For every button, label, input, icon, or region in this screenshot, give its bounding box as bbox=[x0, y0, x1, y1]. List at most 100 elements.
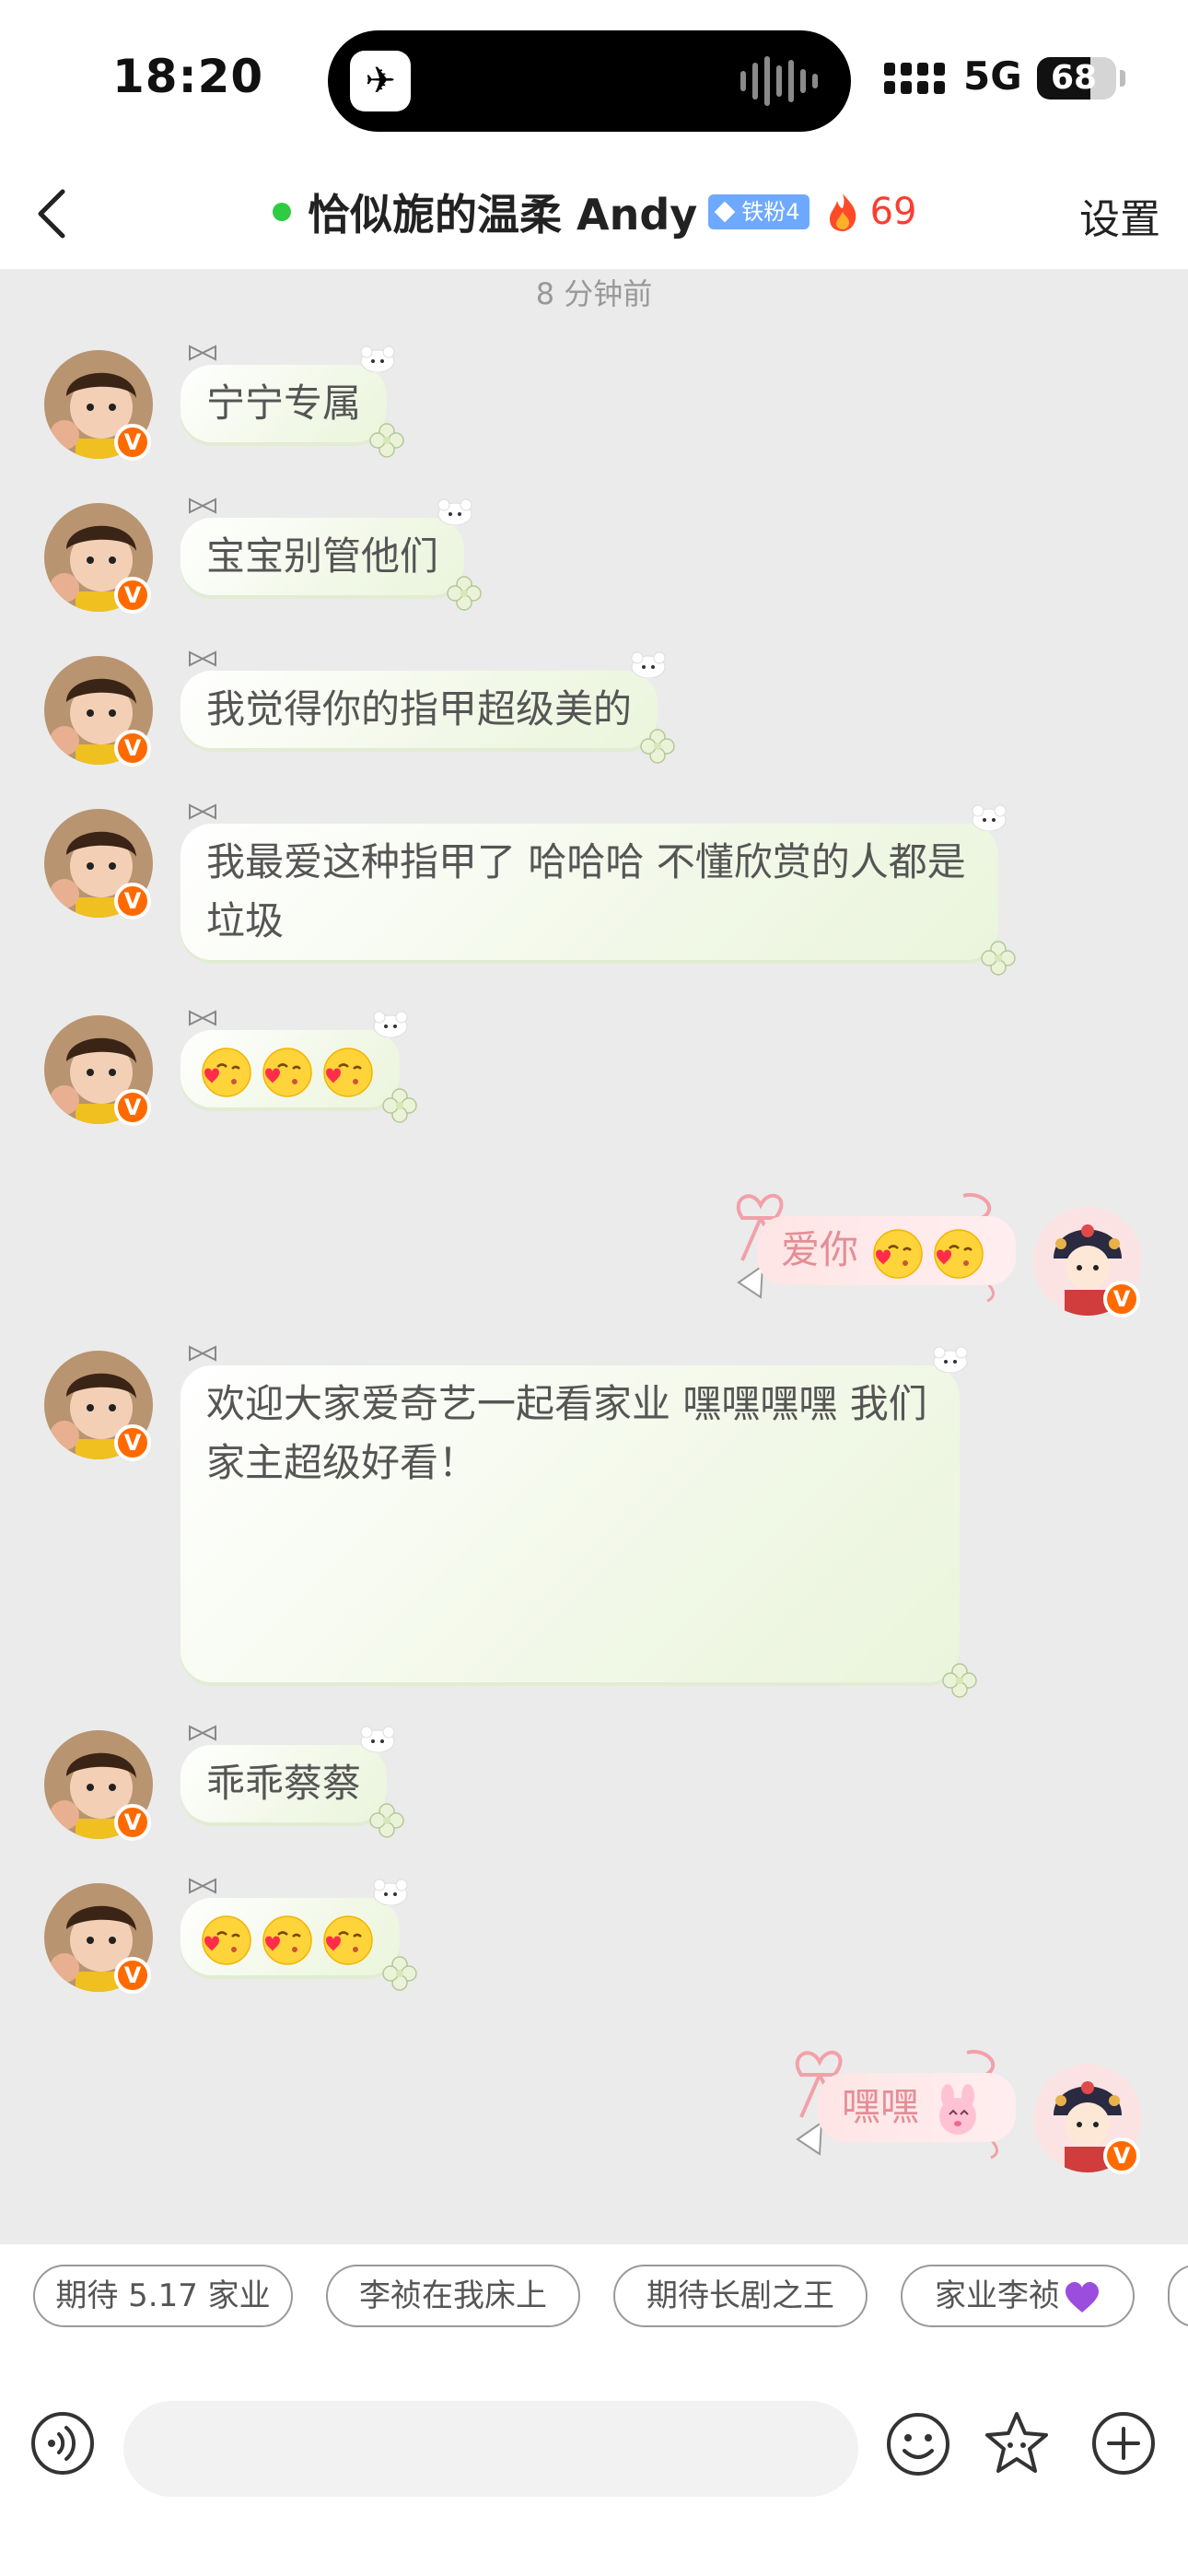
app-icon: ✈ bbox=[350, 51, 411, 111]
verified-badge: V bbox=[114, 1804, 151, 1841]
message-bubble[interactable]: 宝宝别管他们 bbox=[181, 498, 482, 611]
quick-reply-chip-overflow[interactable] bbox=[1168, 2265, 1188, 2327]
quick-reply-chip[interactable]: 李祯在我床上 bbox=[326, 2265, 580, 2327]
kiss-heart-emoji-icon bbox=[202, 1047, 251, 1097]
message-text: 宁宁专属 bbox=[206, 381, 362, 426]
message-bubble[interactable] bbox=[181, 1878, 417, 1991]
bear-decoration-icon bbox=[437, 498, 472, 525]
back-button[interactable] bbox=[20, 177, 94, 251]
star-sticker-icon bbox=[985, 2412, 1048, 2473]
message-text: 宝宝别管他们 bbox=[206, 533, 439, 579]
more-button[interactable] bbox=[1090, 2410, 1157, 2476]
kiss-heart-emoji-icon bbox=[873, 1228, 924, 1279]
verified-badge: V bbox=[1103, 2137, 1140, 2174]
bow-decoration-icon bbox=[189, 1878, 216, 1894]
message-bubble[interactable]: 我最爱这种指甲了 哈哈哈 不懂欣赏的人都是垃圾 bbox=[181, 803, 1016, 976]
battery-nub bbox=[1120, 70, 1125, 87]
sticker-button[interactable] bbox=[982, 2408, 1052, 2478]
message-bubble[interactable]: 我觉得你的指甲超级美的 bbox=[181, 650, 675, 764]
streak-count: 69 bbox=[869, 191, 917, 233]
fire-icon bbox=[829, 193, 856, 231]
bear-decoration-icon bbox=[373, 1011, 408, 1037]
quick-reply-chip[interactable]: 期待长剧之王 bbox=[613, 2265, 868, 2327]
kiss-heart-emoji-icon bbox=[262, 1047, 312, 1097]
bear-decoration-icon bbox=[972, 804, 1007, 831]
battery-icon: 68 bbox=[1037, 57, 1116, 100]
message-outgoing: 爱你 V bbox=[0, 1181, 1188, 1319]
verified-badge: V bbox=[114, 1957, 151, 1994]
message-bubble[interactable] bbox=[181, 1010, 417, 1123]
emoji-button[interactable] bbox=[884, 2410, 952, 2478]
plus-icon bbox=[1092, 2412, 1155, 2475]
quick-reply-chip[interactable]: 期待 5.17 家业 bbox=[33, 2265, 293, 2327]
kiss-heart-emoji-icon bbox=[202, 1914, 251, 1965]
kiss-heart-emoji-icon bbox=[262, 1914, 312, 1965]
message-text: 我觉得你的指甲超级美的 bbox=[206, 686, 633, 732]
message-bubble[interactable]: 欢迎大家爱奇艺一起看家业 嘿嘿嘿嘿 我们家主超级好看！ bbox=[181, 1345, 977, 1698]
flower-decoration-icon bbox=[382, 1088, 417, 1123]
pink-bunny-emoji-icon bbox=[939, 2083, 977, 2135]
bear-decoration-icon bbox=[933, 1346, 968, 1373]
message-text: 嘿嘿 bbox=[842, 2084, 920, 2129]
bow-decoration-icon bbox=[189, 1345, 216, 1362]
status-bar: 18:20 ✈ 5G 68 bbox=[0, 0, 1188, 157]
cellular-signal-icon bbox=[884, 63, 945, 94]
voice-button[interactable] bbox=[29, 2410, 96, 2476]
bear-decoration-icon bbox=[360, 1726, 395, 1752]
message-incoming: V 宁宁专属 bbox=[0, 345, 1188, 470]
quick-reply-bar[interactable]: 期待 5.17 家业 李祯在我床上 期待长剧之王 家业李祯 bbox=[0, 2244, 1188, 2355]
input-bar bbox=[0, 2355, 1188, 2576]
fan-level-badge[interactable]: 铁粉4 bbox=[708, 194, 809, 229]
status-time: 18:20 bbox=[112, 50, 264, 103]
verified-badge: V bbox=[114, 424, 151, 461]
message-bubble[interactable]: 爱你 bbox=[757, 1216, 1017, 1285]
message-bubble[interactable]: 嘿嘿 bbox=[818, 2073, 1017, 2142]
quick-reply-chip[interactable]: 家业李祯 bbox=[901, 2265, 1135, 2327]
message-incoming: V bbox=[0, 1010, 1188, 1135]
flower-decoration-icon bbox=[640, 729, 675, 764]
message-bubble[interactable]: 宁宁专属 bbox=[181, 345, 404, 458]
message-text: 爱你 bbox=[781, 1227, 859, 1272]
bear-decoration-icon bbox=[360, 345, 395, 372]
bear-decoration-icon bbox=[631, 651, 666, 678]
fan-badge-label: 铁粉4 bbox=[741, 199, 800, 225]
flower-decoration-icon bbox=[447, 576, 482, 611]
chat-header: 恰似旎的温柔 Andy 铁粉4 69 设置 bbox=[0, 157, 1188, 269]
message-incoming: V 乖乖蔡蔡 bbox=[0, 1725, 1188, 1850]
message-text: 欢迎大家爱奇艺一起看家业 嘿嘿嘿嘿 我们家主超级好看！ bbox=[206, 1381, 927, 1485]
flower-decoration-icon bbox=[981, 941, 1016, 976]
purple-heart-icon bbox=[1066, 2281, 1099, 2313]
bear-decoration-icon bbox=[373, 1879, 408, 1905]
message-bubble[interactable]: 乖乖蔡蔡 bbox=[181, 1725, 404, 1838]
verified-badge: V bbox=[114, 1424, 151, 1461]
verified-badge: V bbox=[1103, 1281, 1140, 1317]
time-divider: 8 分钟前 bbox=[535, 276, 653, 311]
bow-decoration-icon bbox=[189, 1010, 216, 1026]
smiley-icon bbox=[887, 2413, 949, 2476]
bow-decoration-icon bbox=[189, 650, 216, 667]
audio-wave-icon bbox=[740, 56, 818, 106]
message-incoming: V bbox=[0, 1878, 1188, 2003]
chip-label: 家业李祯 bbox=[935, 2277, 1060, 2314]
flower-decoration-icon bbox=[382, 1956, 417, 1991]
chat-title[interactable]: 恰似旎的温柔 Andy 铁粉4 69 bbox=[273, 177, 916, 247]
bow-decoration-icon bbox=[189, 498, 216, 514]
kiss-heart-emoji-icon bbox=[323, 1047, 373, 1097]
message-text: 我最爱这种指甲了 哈哈哈 不懂欣赏的人都是垃圾 bbox=[206, 839, 966, 943]
bow-decoration-icon bbox=[189, 803, 216, 820]
voice-icon bbox=[31, 2412, 94, 2475]
online-status-dot bbox=[273, 203, 291, 221]
diamond-icon bbox=[714, 201, 736, 223]
chat-screen: 18:20 ✈ 5G 68 恰似旎的温柔 Andy 铁粉4 69 设置 8 分钟… bbox=[0, 0, 1188, 2576]
verified-badge: V bbox=[114, 730, 151, 767]
message-incoming: V 欢迎大家爱奇艺一起看家业 嘿嘿嘿嘿 我们家主超级好看！ bbox=[0, 1345, 1188, 1701]
battery-level: 68 bbox=[1050, 59, 1098, 97]
message-input[interactable] bbox=[123, 2401, 858, 2497]
message-list[interactable]: 8 分钟前 V 宁宁专属 V 宝宝别管他们 V 我觉得你的指甲超级美的 V 我最… bbox=[0, 269, 1188, 2244]
verified-badge: V bbox=[114, 1089, 151, 1126]
message-text: 乖乖蔡蔡 bbox=[206, 1761, 362, 1806]
dynamic-island[interactable]: ✈ bbox=[328, 30, 851, 132]
settings-button[interactable]: 设置 bbox=[1079, 186, 1160, 245]
verified-badge: V bbox=[114, 883, 151, 919]
flower-decoration-icon bbox=[369, 423, 404, 458]
